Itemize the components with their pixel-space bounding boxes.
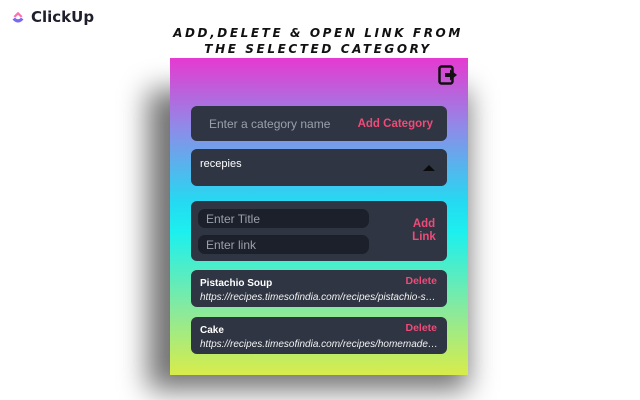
add-category-button[interactable]: Add Category (358, 118, 433, 130)
brand-name: ClickUp (31, 8, 95, 26)
headline-line-1: ADD,DELETE & OPEN LINK FROM (173, 26, 463, 40)
caret-up-icon (423, 165, 435, 171)
delete-link-button[interactable]: Delete (405, 275, 437, 287)
link-item: Cake Delete https://recipes.timesofindia… (191, 317, 447, 354)
clickup-logo-icon (12, 11, 24, 23)
delete-link-button[interactable]: Delete (405, 322, 437, 334)
add-link-button[interactable]: Add Link (401, 218, 447, 244)
extension-popup: Add Category recepies Add Link Pistachio… (170, 58, 468, 375)
link-item-title: Pistachio Soup (200, 278, 273, 289)
link-item-url[interactable]: https://recipes.timesofindia.com/recipes… (200, 292, 440, 303)
link-item-url[interactable]: https://recipes.timesofindia.com/recipes… (200, 339, 440, 350)
link-item-title: Cake (200, 325, 224, 336)
brand: ClickUp (10, 8, 94, 26)
headline: ADD,DELETE & OPEN LINK FROM THE SELECTED… (160, 25, 476, 57)
category-bar: Add Category (191, 106, 447, 141)
headline-line-2: THE SELECTED CATEGORY (204, 42, 432, 56)
logout-icon[interactable] (438, 65, 458, 85)
add-link-form: Add Link (191, 201, 447, 261)
category-name-input[interactable] (207, 115, 349, 132)
add-link-label-line-1: Add (412, 218, 436, 230)
selected-category: recepies (200, 158, 242, 170)
link-url-input[interactable] (198, 235, 369, 254)
add-link-label-line-2: Link (412, 231, 436, 243)
category-select[interactable]: recepies (191, 149, 447, 186)
link-item: Pistachio Soup Delete https://recipes.ti… (191, 270, 447, 307)
link-title-input[interactable] (198, 209, 369, 228)
